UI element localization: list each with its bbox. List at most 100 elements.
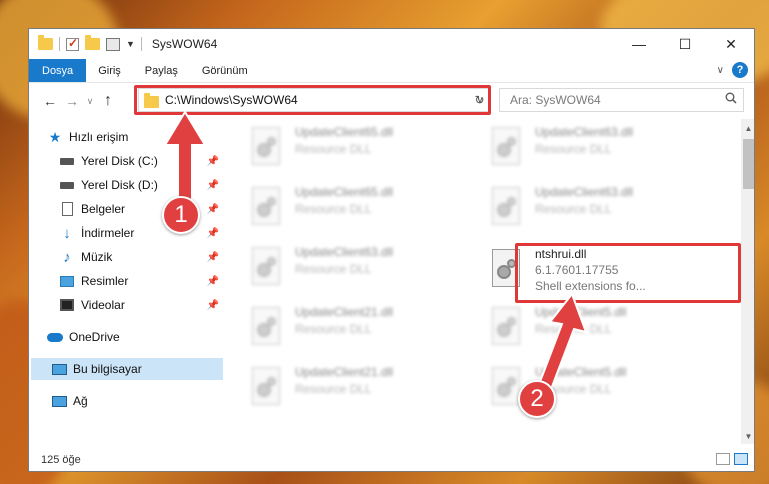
tab-file[interactable]: Dosya: [29, 59, 87, 82]
explorer-window: ▼ SysWOW64 — ☐ ✕ Dosya Giriş Paylaş Görü…: [28, 28, 755, 472]
drive-icon: [60, 157, 74, 165]
file-name: UpdateClient21.dll: [295, 365, 394, 379]
file-name: UpdateClient65.dll: [295, 125, 394, 139]
dll-file-icon: [489, 127, 525, 169]
tab-view[interactable]: Görünüm: [190, 59, 260, 82]
navigation-pane: ★ Hızlı erişim Yerel Disk (C:) 📌 Yerel D…: [29, 119, 225, 444]
file-type: Resource DLL: [295, 202, 372, 216]
sidebar-item-videos[interactable]: Videolar 📌: [59, 294, 225, 316]
file-name: UpdateClient63.dll: [535, 125, 634, 139]
sidebar-item-label: Yerel Disk (D:): [81, 178, 158, 192]
step-badge-2: 2: [518, 380, 556, 418]
new-folder-icon[interactable]: [85, 35, 100, 50]
documents-icon: [61, 202, 73, 216]
sidebar-item-label: Bu bilgisayar: [73, 362, 142, 376]
toolbar-dropdown-icon[interactable]: ▼: [126, 39, 135, 49]
scroll-thumb[interactable]: [743, 139, 754, 189]
sidebar-item-this-pc[interactable]: Bu bilgisayar: [31, 358, 223, 380]
sidebar-item-quick-access[interactable]: ★ Hızlı erişim: [47, 126, 225, 148]
sidebar-item-downloads[interactable]: ↓ İndirmeler 📌: [59, 222, 225, 244]
toolbar-divider: [59, 37, 60, 51]
sidebar-item-documents[interactable]: Belgeler 📌: [59, 198, 225, 220]
properties-check-icon[interactable]: [66, 36, 79, 51]
star-icon: ★: [48, 128, 62, 145]
list-item[interactable]: UpdateClient63.dll Resource DLL: [249, 243, 449, 293]
close-button[interactable]: ✕: [708, 29, 754, 59]
list-item[interactable]: UpdateClient21.dll Resource DLL: [249, 303, 449, 353]
search-input[interactable]: Ara: SysWOW64: [499, 88, 744, 112]
list-item-ntshrui[interactable]: ntshrui.dll 6.1.7601.17755 Shell extensi…: [489, 245, 689, 295]
pin-icon[interactable]: 📌: [207, 156, 219, 167]
scroll-up-icon[interactable]: ▲: [741, 121, 754, 136]
file-name: UpdateClient63.dll: [535, 185, 634, 199]
pin-icon[interactable]: 📌: [207, 204, 219, 215]
sidebar-item-label: İndirmeler: [81, 226, 135, 240]
minimize-button[interactable]: —: [616, 29, 662, 59]
ribbon: Dosya Giriş Paylaş Görünüm ∨ ?: [29, 59, 754, 83]
recent-locations-icon[interactable]: ∨: [83, 96, 97, 107]
refresh-icon[interactable]: ↻: [469, 88, 491, 112]
pin-icon[interactable]: 📌: [207, 276, 219, 287]
details-view-icon[interactable]: [716, 453, 730, 465]
list-item[interactable]: UpdateClient65.dll Resource DLL: [249, 183, 449, 233]
pin-icon[interactable]: 📌: [207, 180, 219, 191]
vertical-scrollbar[interactable]: ▲ ▼: [741, 119, 754, 444]
quick-access-toolbar: ▼: [29, 35, 135, 51]
scroll-down-icon[interactable]: ▼: [741, 429, 754, 444]
list-item[interactable]: UpdateClient21.dll Resource DLL: [249, 363, 449, 413]
sidebar-item-onedrive[interactable]: OneDrive: [47, 326, 225, 348]
dll-file-icon: [489, 187, 525, 229]
list-item[interactable]: UpdateClient63.dll Resource DLL: [489, 183, 689, 233]
drive-icon: [60, 181, 74, 189]
dll-file-icon: [489, 249, 525, 291]
sidebar-item-label: Ağ: [73, 394, 88, 408]
up-arrow-icon[interactable]: ↑: [97, 92, 119, 110]
sidebar-item-music[interactable]: ♪ Müzik 📌: [59, 246, 225, 268]
file-description: Shell extensions fo...: [535, 279, 646, 293]
sidebar-item-network[interactable]: Ağ: [51, 390, 225, 412]
status-bar: 125 öğe: [29, 447, 754, 471]
file-list: UpdateClient65.dll Resource DLL UpdateCli…: [225, 119, 741, 444]
file-type: Resource DLL: [295, 142, 372, 156]
pictures-icon: [60, 275, 74, 287]
sidebar-item-label: Müzik: [81, 250, 113, 264]
address-bar[interactable]: C:\Windows\SysWOW64 ∨: [138, 88, 489, 112]
tab-home[interactable]: Giriş: [86, 59, 133, 82]
item-count: 125 öğe: [41, 454, 81, 466]
music-icon: ♪: [63, 248, 71, 266]
file-type: Resource DLL: [295, 382, 372, 396]
sidebar-item-local-disk-d[interactable]: Yerel Disk (D:) 📌: [59, 174, 225, 196]
maximize-button[interactable]: ☐: [662, 29, 708, 59]
file-name: ntshrui.dll: [535, 247, 587, 261]
list-item[interactable]: UpdateClient5.dll Resource DLL: [489, 303, 689, 353]
window-controls: — ☐ ✕: [616, 29, 754, 59]
list-item[interactable]: UpdateClient63.dll Resource DLL: [489, 123, 689, 173]
list-item[interactable]: UpdateClient65.dll Resource DLL: [249, 123, 449, 173]
pin-icon[interactable]: 📌: [207, 228, 219, 239]
content-area: ★ Hızlı erişim Yerel Disk (C:) 📌 Yerel D…: [29, 119, 754, 444]
file-name: UpdateClient65.dll: [295, 185, 394, 199]
sidebar-item-pictures[interactable]: Resimler 📌: [59, 270, 225, 292]
title-divider: [140, 37, 142, 51]
dll-file-icon: [249, 127, 285, 169]
tab-share[interactable]: Paylaş: [133, 59, 190, 82]
address-path[interactable]: C:\Windows\SysWOW64: [165, 93, 472, 107]
chevron-down-icon[interactable]: ∨: [717, 65, 724, 76]
step-badge-1: 1: [162, 196, 200, 234]
sidebar-item-local-disk-c[interactable]: Yerel Disk (C:) 📌: [59, 150, 225, 172]
sidebar-item-label: Hızlı erişim: [69, 130, 129, 144]
file-name: UpdateClient5.dll: [535, 305, 627, 319]
customize-icon[interactable]: [106, 37, 120, 51]
sidebar-item-label: Belgeler: [81, 202, 126, 216]
forward-arrow-icon[interactable]: →: [61, 93, 83, 109]
downloads-icon: ↓: [63, 224, 71, 242]
file-name: UpdateClient5.dll: [535, 365, 627, 379]
back-arrow-icon[interactable]: ←: [39, 93, 61, 109]
computer-icon: [51, 363, 67, 375]
network-icon: [51, 395, 67, 407]
pin-icon[interactable]: 📌: [207, 300, 219, 311]
tiles-view-icon[interactable]: [734, 453, 748, 465]
pin-icon[interactable]: 📌: [207, 252, 219, 263]
dll-file-icon: [489, 307, 525, 349]
help-icon[interactable]: ?: [732, 62, 748, 78]
